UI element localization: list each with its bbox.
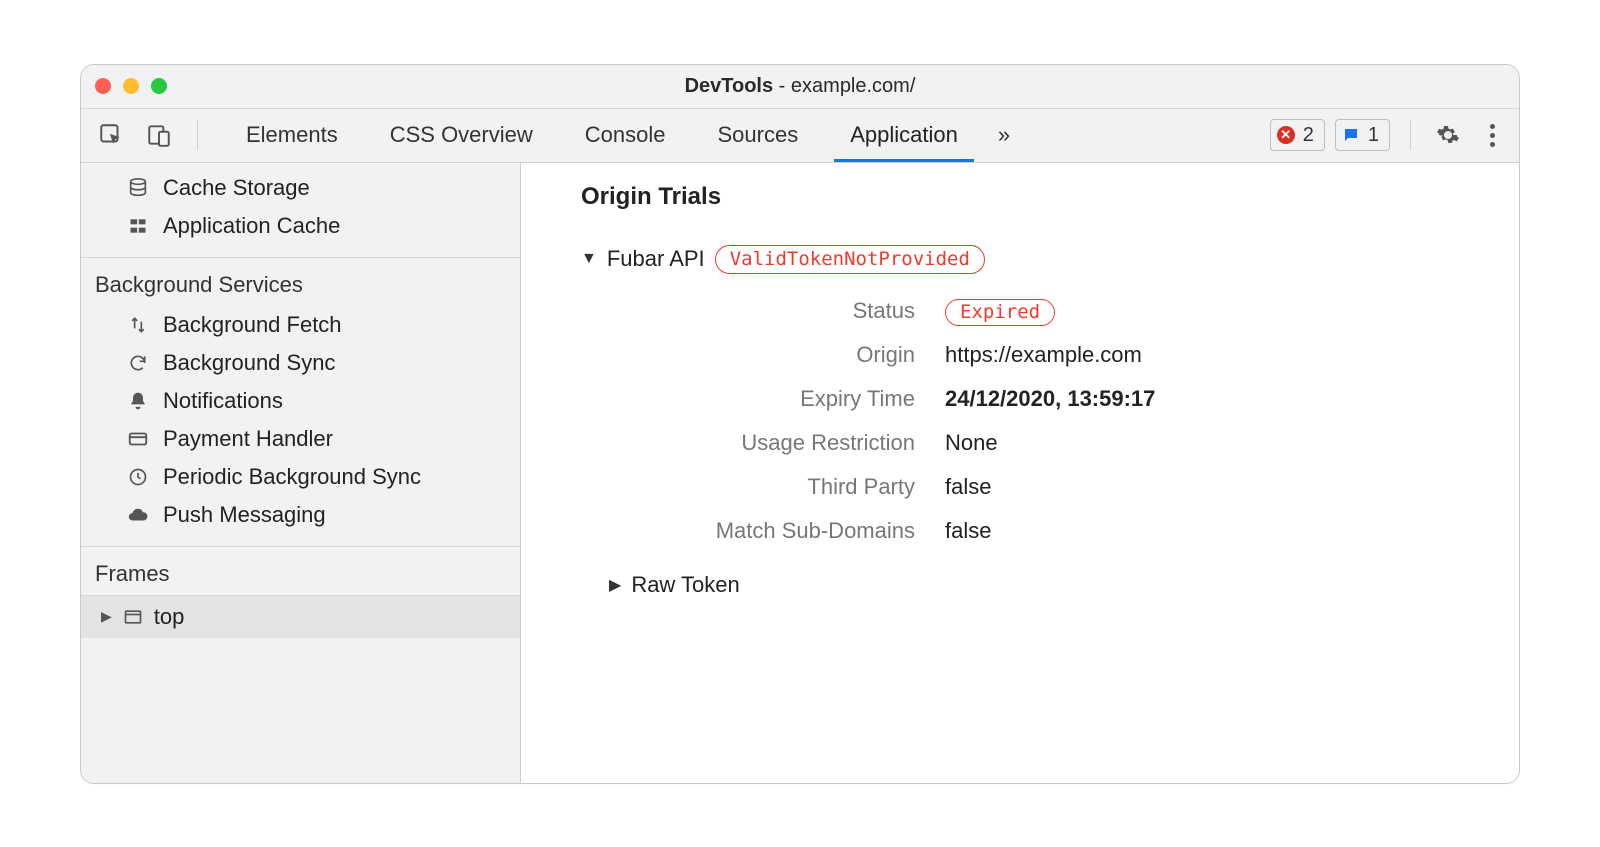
field-label-expiry: Expiry Time bbox=[615, 386, 915, 412]
bell-icon bbox=[125, 388, 151, 414]
sidebar-heading-background-services: Background Services bbox=[81, 268, 520, 306]
tab-elements[interactable]: Elements bbox=[220, 109, 364, 162]
field-label-third-party: Third Party bbox=[615, 474, 915, 500]
field-label-match-subdomains: Match Sub-Domains bbox=[615, 518, 915, 544]
error-icon: ✕ bbox=[1277, 126, 1295, 144]
tab-application[interactable]: Application bbox=[824, 109, 984, 162]
tabs-overflow-button[interactable]: » bbox=[984, 109, 1024, 162]
field-label-usage: Usage Restriction bbox=[615, 430, 915, 456]
errors-count: 2 bbox=[1303, 124, 1314, 147]
application-main-panel: Origin Trials ▼ Fubar API ValidTokenNotP… bbox=[521, 163, 1519, 783]
zoom-window-button[interactable] bbox=[151, 78, 167, 94]
devtools-toolbar: Elements CSS Overview Console Sources Ap… bbox=[81, 109, 1519, 163]
tab-console[interactable]: Console bbox=[559, 109, 692, 162]
sidebar-item-top-frame[interactable]: ▶ top bbox=[81, 595, 520, 638]
field-label-status: Status bbox=[615, 298, 915, 324]
sidebar-item-label: Notifications bbox=[163, 388, 283, 414]
section-heading-origin-trials: Origin Trials bbox=[581, 183, 1479, 211]
expand-triangle-icon: ▶ bbox=[609, 575, 621, 595]
console-errors-pill[interactable]: ✕ 2 bbox=[1270, 119, 1325, 151]
settings-button[interactable] bbox=[1431, 123, 1465, 147]
sidebar-item-label: Cache Storage bbox=[163, 175, 310, 201]
more-options-button[interactable] bbox=[1475, 124, 1509, 147]
window-title: DevTools - example.com/ bbox=[81, 75, 1519, 98]
collapse-triangle-icon: ▼ bbox=[581, 250, 597, 268]
device-toolbar-button[interactable] bbox=[139, 115, 179, 155]
origin-trial-name: Fubar API bbox=[607, 246, 705, 272]
sidebar-item-periodic-background-sync[interactable]: Periodic Background Sync bbox=[81, 458, 520, 496]
window-title-location: example.com/ bbox=[791, 75, 916, 97]
field-value-origin: https://example.com bbox=[945, 342, 1479, 368]
credit-card-icon bbox=[125, 426, 151, 452]
raw-token-row[interactable]: ▶ Raw Token bbox=[609, 572, 1479, 598]
sync-icon bbox=[125, 350, 151, 376]
message-icon bbox=[1342, 126, 1360, 144]
console-messages-pill[interactable]: 1 bbox=[1335, 119, 1390, 151]
sidebar-item-label: Application Cache bbox=[163, 213, 340, 239]
tab-sources[interactable]: Sources bbox=[691, 109, 824, 162]
devtools-panel-tabs: Elements CSS Overview Console Sources Ap… bbox=[220, 109, 1270, 162]
sidebar-item-background-fetch[interactable]: Background Fetch bbox=[81, 306, 520, 344]
grid-icon bbox=[125, 213, 151, 239]
sidebar-item-application-cache[interactable]: Application Cache bbox=[81, 207, 520, 245]
raw-token-label: Raw Token bbox=[631, 572, 739, 598]
origin-trial-row[interactable]: ▼ Fubar API ValidTokenNotProvided bbox=[581, 245, 1479, 274]
sidebar-item-payment-handler[interactable]: Payment Handler bbox=[81, 420, 520, 458]
origin-trial-token-badge: ValidTokenNotProvided bbox=[715, 245, 985, 274]
devtools-window: DevTools - example.com/ bbox=[80, 64, 1520, 784]
inspect-element-button[interactable] bbox=[91, 115, 131, 155]
sidebar-item-notifications[interactable]: Notifications bbox=[81, 382, 520, 420]
tab-css-overview[interactable]: CSS Overview bbox=[364, 109, 559, 162]
sidebar-item-cache-storage[interactable]: Cache Storage bbox=[81, 169, 520, 207]
sidebar-item-push-messaging[interactable]: Push Messaging bbox=[81, 496, 520, 534]
sidebar-item-label: Periodic Background Sync bbox=[163, 464, 421, 490]
messages-count: 1 bbox=[1368, 124, 1379, 147]
field-value-third-party: false bbox=[945, 474, 1479, 500]
toolbar-divider bbox=[197, 120, 198, 150]
sidebar-item-label: Background Sync bbox=[163, 350, 335, 376]
transfer-icon bbox=[125, 312, 151, 338]
frame-name-label: top bbox=[154, 604, 185, 630]
window-titlebar: DevTools - example.com/ bbox=[81, 65, 1519, 109]
field-label-origin: Origin bbox=[615, 342, 915, 368]
field-value-match-subdomains: false bbox=[945, 518, 1479, 544]
origin-trial-details: Status Expired Origin https://example.co… bbox=[615, 298, 1479, 544]
field-value-expiry: 24/12/2020, 13:59:17 bbox=[945, 386, 1479, 412]
sidebar-item-label: Background Fetch bbox=[163, 312, 342, 338]
sidebar-item-label: Payment Handler bbox=[163, 426, 333, 452]
minimize-window-button[interactable] bbox=[123, 78, 139, 94]
window-icon bbox=[120, 604, 146, 630]
window-title-app: DevTools bbox=[685, 75, 774, 97]
window-traffic-lights bbox=[95, 78, 167, 94]
sidebar-item-background-sync[interactable]: Background Sync bbox=[81, 344, 520, 382]
cloud-icon bbox=[125, 502, 151, 528]
status-badge: Expired bbox=[945, 299, 1055, 326]
field-value-usage: None bbox=[945, 430, 1479, 456]
database-icon bbox=[125, 175, 151, 201]
toolbar-divider bbox=[1410, 120, 1411, 150]
sidebar-heading-frames: Frames bbox=[81, 557, 520, 595]
clock-icon bbox=[125, 464, 151, 490]
sidebar-item-label: Push Messaging bbox=[163, 502, 326, 528]
close-window-button[interactable] bbox=[95, 78, 111, 94]
application-sidebar: Cache Storage Application Cache Backgrou… bbox=[81, 163, 521, 783]
expand-triangle-icon: ▶ bbox=[101, 608, 112, 625]
